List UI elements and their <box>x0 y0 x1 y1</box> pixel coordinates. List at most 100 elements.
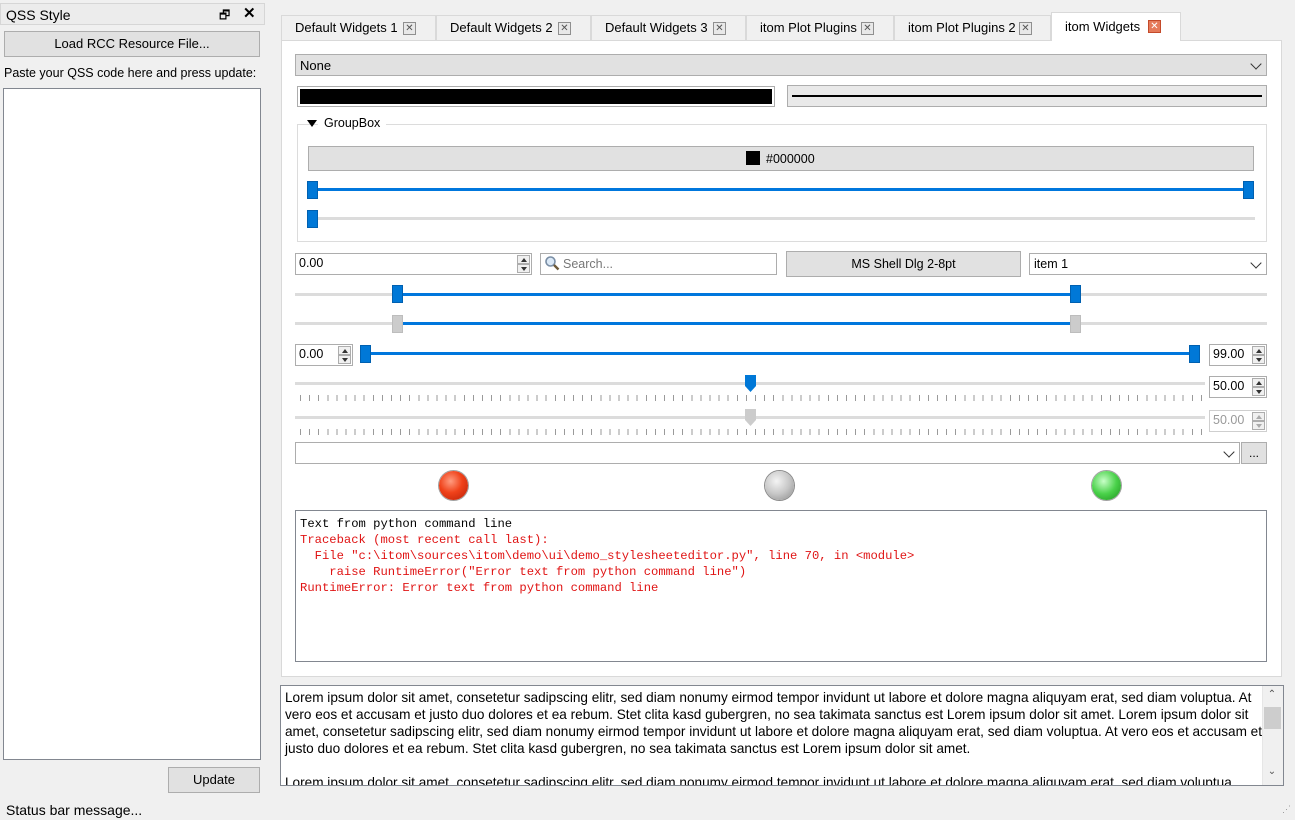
search-input[interactable] <box>563 256 771 272</box>
spinbox-value: 0.00 <box>299 256 324 270</box>
qss-code-editor[interactable] <box>3 88 261 760</box>
tab-label: itom Widgets <box>1065 19 1141 34</box>
slider-handle[interactable] <box>307 210 318 228</box>
python-console-output[interactable]: Text from python command line Traceback (… <box>295 510 1267 662</box>
slider-ticks <box>300 395 1205 401</box>
spin-down-icon[interactable] <box>517 264 530 273</box>
close-tab-icon[interactable]: ✕ <box>861 22 874 35</box>
search-icon <box>545 256 560 271</box>
size-grip-icon[interactable]: ⋰ <box>1282 805 1292 817</box>
range-slider-selection <box>403 322 1076 325</box>
led-grey <box>765 471 794 500</box>
float-dock-icon[interactable]: 🗗 <box>219 9 231 21</box>
double-spinbox[interactable]: 0.00 <box>295 253 532 275</box>
color-bar[interactable] <box>297 86 775 107</box>
tab-label: itom Plot Plugins 2 <box>908 20 1016 35</box>
line-width-box[interactable] <box>787 85 1267 107</box>
spinbox-value: 50.00 <box>1213 413 1245 427</box>
spin-up-icon[interactable] <box>338 346 351 355</box>
lorem-paragraph: Lorem ipsum dolor sit amet, consetetur s… <box>285 775 1236 786</box>
tab-itom-widgets[interactable]: itom Widgets ✕ <box>1051 12 1181 41</box>
range-max-spinbox[interactable]: 99.00 <box>1209 344 1267 366</box>
tab-label: itom Plot Plugins <box>760 20 857 35</box>
lorem-paragraph: Lorem ipsum dolor sit amet, consetetur s… <box>285 690 1263 756</box>
dock-title-bar[interactable]: QSS Style 🗗 ✕ <box>0 3 265 25</box>
console-line: Text from python command line <box>300 517 513 531</box>
close-tab-icon[interactable]: ✕ <box>713 22 726 35</box>
spin-down-icon[interactable] <box>1252 387 1265 396</box>
font-button[interactable]: MS Shell Dlg 2-8pt <box>786 251 1021 277</box>
dock-title: QSS Style <box>6 7 71 23</box>
qss-style-dock: QSS Style 🗗 ✕ Load RCC Resource File... … <box>0 0 268 796</box>
color-value: #000000 <box>766 152 815 166</box>
update-button[interactable]: Update <box>168 767 260 793</box>
combobox-value: item 1 <box>1034 257 1069 271</box>
spin-up-icon <box>1252 412 1265 421</box>
range-min-spinbox[interactable]: 0.00 <box>295 344 353 366</box>
range-slider-max-handle[interactable] <box>1070 285 1081 303</box>
range-slider-min-handle[interactable] <box>392 285 403 303</box>
browse-button[interactable]: ... <box>1241 442 1267 464</box>
close-dock-icon[interactable]: ✕ <box>243 6 257 21</box>
tab-default-widgets-1[interactable]: Default Widgets 1 ✕ <box>281 15 436 40</box>
tab-label: Default Widgets 2 <box>450 20 553 35</box>
chevron-down-icon <box>1250 257 1262 269</box>
paste-qss-label: Paste your QSS code here and press updat… <box>4 66 257 80</box>
scroll-down-icon[interactable]: ⌄ <box>1266 767 1278 777</box>
style-combobox[interactable]: None <box>295 54 1267 76</box>
groupbox-frame <box>297 124 1267 242</box>
lorem-text-area[interactable]: Lorem ipsum dolor sit amet, consetetur s… <box>280 685 1284 786</box>
spin-up-icon[interactable] <box>517 255 530 264</box>
slider-ticks <box>300 429 1205 435</box>
scrollbar-thumb[interactable] <box>1264 707 1281 729</box>
spinbox-value: 50.00 <box>1213 379 1245 393</box>
tab-label: Default Widgets 3 <box>605 20 708 35</box>
close-tab-icon[interactable]: ✕ <box>1019 22 1032 35</box>
slider-track <box>313 217 1255 220</box>
spin-up-icon[interactable] <box>1252 378 1265 387</box>
close-tab-icon[interactable]: ✕ <box>558 22 571 35</box>
path-combobox[interactable] <box>295 442 1240 464</box>
spin-up-icon[interactable] <box>1252 346 1265 355</box>
console-line: File "c:\itom\sources\itom\demo\ui\demo_… <box>300 549 915 563</box>
double-range-min-handle[interactable] <box>360 345 371 363</box>
double-range-max-handle[interactable] <box>1189 345 1200 363</box>
chevron-down-icon <box>1250 58 1262 70</box>
console-line: RuntimeError: Error text from python com… <box>300 581 659 595</box>
status-bar: Status bar message... ⋰ <box>0 798 1295 820</box>
range-slider-min-handle[interactable] <box>307 181 318 199</box>
load-rcc-button[interactable]: Load RCC Resource File... <box>4 31 260 57</box>
spin-down-icon[interactable] <box>338 355 351 364</box>
double-range-track <box>367 352 1195 355</box>
slider-spinbox[interactable]: 50.00 <box>1209 376 1267 398</box>
close-tab-icon[interactable]: ✕ <box>1148 20 1161 33</box>
item-combobox[interactable]: item 1 <box>1029 253 1267 275</box>
spin-down-icon[interactable] <box>1252 355 1265 364</box>
console-line: Traceback (most recent call last): <box>300 533 549 547</box>
console-line: raise RuntimeError("Error text from pyth… <box>300 565 747 579</box>
groupbox-title: GroupBox <box>318 116 387 130</box>
range-slider-selection <box>403 293 1076 296</box>
range-slider-max-handle <box>1070 315 1081 333</box>
chevron-down-icon <box>1223 446 1235 458</box>
color-swatch <box>746 151 760 165</box>
tab-label: Default Widgets 1 <box>295 20 398 35</box>
close-tab-icon[interactable]: ✕ <box>403 22 416 35</box>
range-slider-track <box>313 188 1248 191</box>
color-fill <box>300 89 772 104</box>
range-slider-min-handle <box>392 315 403 333</box>
tab-itom-plot-plugins-2[interactable]: itom Plot Plugins 2 ✕ <box>894 15 1051 40</box>
led-green <box>1092 471 1121 500</box>
scroll-up-icon[interactable]: ⌃ <box>1266 690 1278 700</box>
lorem-text: Lorem ipsum dolor sit amet, consetetur s… <box>285 689 1263 786</box>
tab-default-widgets-3[interactable]: Default Widgets 3 ✕ <box>591 15 746 40</box>
line-sample <box>792 95 1262 97</box>
tab-itom-plot-plugins[interactable]: itom Plot Plugins ✕ <box>746 15 894 40</box>
range-slider-max-handle[interactable] <box>1243 181 1254 199</box>
spinbox-value: 0.00 <box>299 347 324 361</box>
combobox-value: None <box>300 58 332 73</box>
collapse-triangle-icon[interactable] <box>307 120 317 127</box>
led-red <box>439 471 468 500</box>
tab-default-widgets-2[interactable]: Default Widgets 2 ✕ <box>436 15 591 40</box>
spin-down-icon <box>1252 421 1265 430</box>
